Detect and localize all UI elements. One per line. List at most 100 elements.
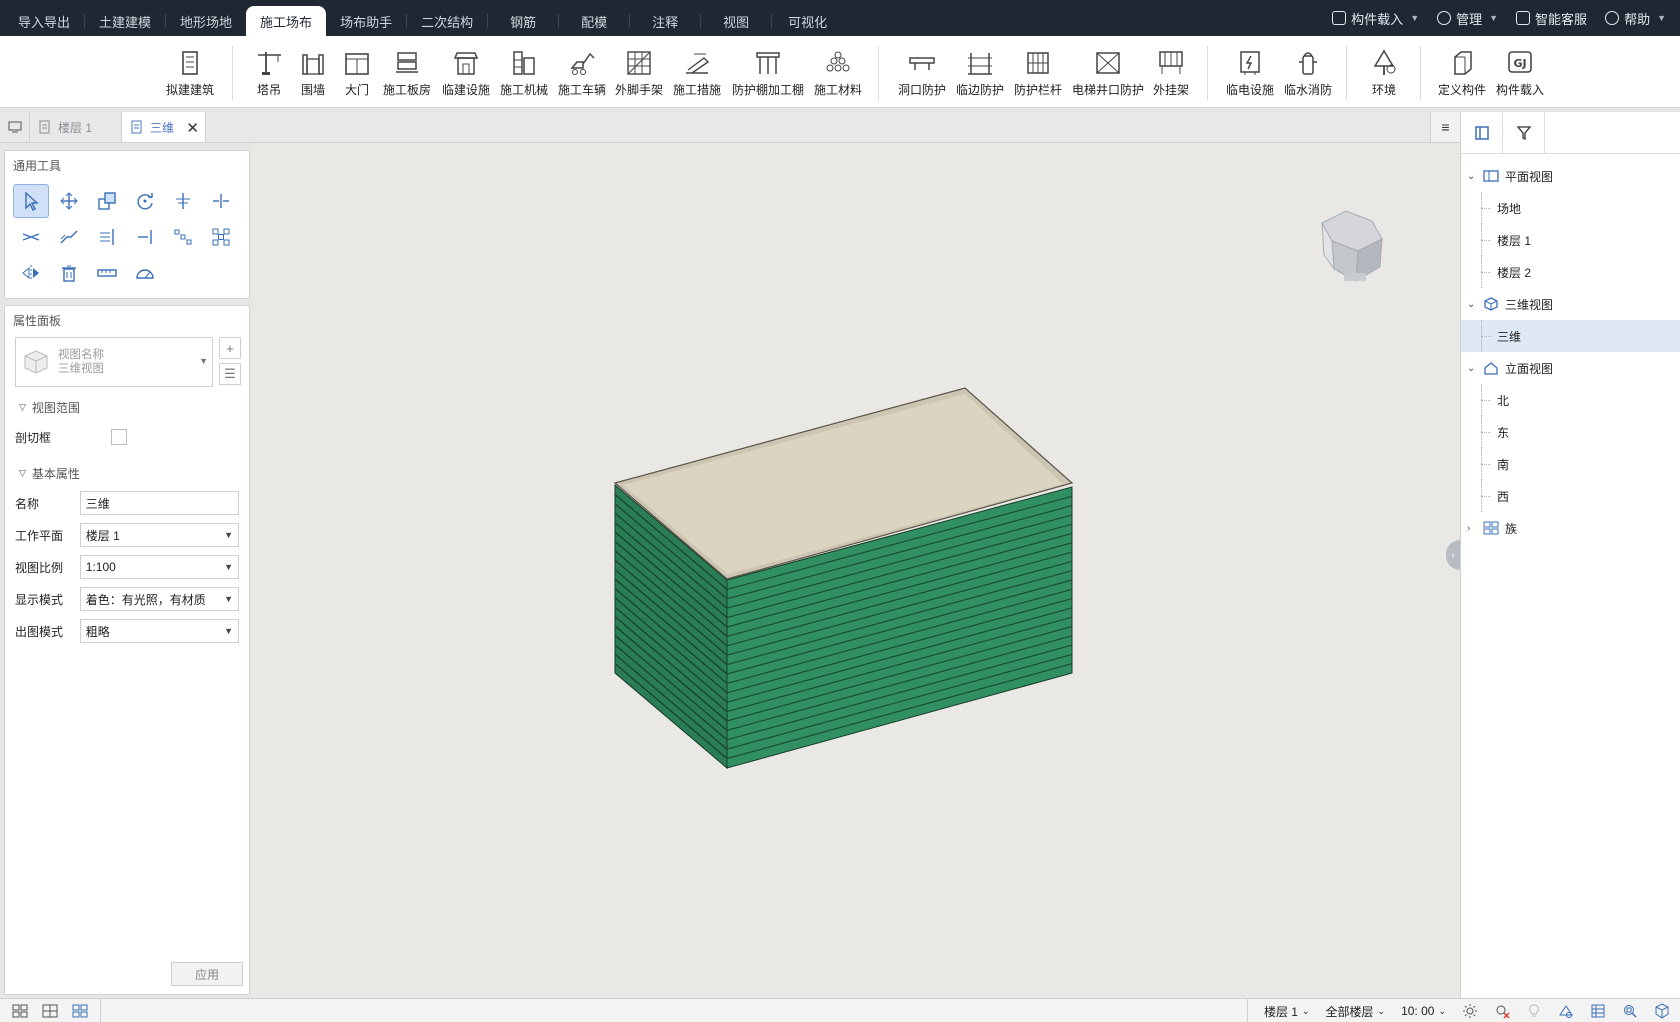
tree-group-3d[interactable]: ⌄ 三维视图 <box>1461 288 1680 320</box>
scale-select[interactable]: 1:100 ▼ <box>79 555 239 579</box>
define-component-button[interactable]: 定义构件 <box>1438 48 1486 98</box>
materials-button[interactable]: 施工材料 <box>814 48 862 98</box>
array-tool[interactable] <box>165 220 201 254</box>
tab-import-export[interactable]: 导入导出 <box>4 6 84 36</box>
temp-facility-button[interactable]: 临建设施 <box>442 48 490 98</box>
tab-visualization[interactable]: 可视化 <box>772 6 843 36</box>
tab-civil-modeling[interactable]: 土建建模 <box>85 6 165 36</box>
time-select[interactable]: 10: 00 ⌄ <box>1401 1004 1446 1018</box>
tab-secondary-structure[interactable]: 二次结构 <box>407 6 487 36</box>
elevator-shaft-protection-button[interactable]: 电梯井口防护 <box>1072 48 1144 98</box>
apply-button[interactable]: 应用 <box>171 962 243 986</box>
scaffold-button[interactable]: 外脚手架 <box>615 48 663 98</box>
rotate-tool[interactable] <box>127 184 163 218</box>
tree-item-floor2[interactable]: 楼层 2 <box>1461 256 1680 288</box>
tree-group-family[interactable]: › 族 <box>1461 512 1680 544</box>
shed-button[interactable]: 防护棚加工棚 <box>732 48 804 98</box>
tab-formwork[interactable]: 配模 <box>559 6 629 36</box>
tab-site-layout[interactable]: 施工场布 <box>246 6 327 36</box>
all-floors-select[interactable]: 全部楼层 ⌄ <box>1326 1003 1386 1020</box>
manage-menu[interactable]: 管理 ▼ <box>1437 9 1498 28</box>
move-tool[interactable] <box>51 184 87 218</box>
section-view-range[interactable]: ▽ 视图范围 <box>5 393 249 421</box>
sun-icon[interactable] <box>1462 1003 1478 1019</box>
name-input[interactable]: 三维 <box>79 491 239 515</box>
tree-group-plan[interactable]: ⌄ 平面视图 <box>1461 160 1680 192</box>
select-tool[interactable] <box>13 184 49 218</box>
align-tool[interactable] <box>165 184 201 218</box>
view-cube-icon[interactable] <box>1321 210 1383 282</box>
doc-tab-floor1[interactable]: 楼层 1 <box>30 112 122 142</box>
3d-viewport[interactable] <box>252 143 1460 998</box>
tree-item-3d[interactable]: 三维 <box>1461 320 1680 352</box>
doc-tabs-menu-button[interactable]: ≡ <box>1430 112 1460 142</box>
extend-tool[interactable] <box>89 220 125 254</box>
hanging-frame-button[interactable]: 外挂架 <box>1153 48 1189 98</box>
vehicle-button[interactable]: 施工车辆 <box>558 48 606 98</box>
help-menu[interactable]: 帮助 ▼ <box>1605 9 1666 28</box>
lightbulb-icon[interactable] <box>1526 1003 1542 1019</box>
environment-button[interactable]: 环境 <box>1369 48 1399 98</box>
tree-item-floor1[interactable]: 楼层 1 <box>1461 224 1680 256</box>
tab-terrain-site[interactable]: 地形场地 <box>166 6 246 36</box>
delete-tool[interactable] <box>51 256 87 290</box>
zoom-extents-icon[interactable] <box>1622 1003 1638 1019</box>
temp-electric-button[interactable]: 临电设施 <box>1226 48 1274 98</box>
doc-tab-3d[interactable]: 三维 ✕ <box>122 112 206 142</box>
output-mode-select[interactable]: 粗略 ▼ <box>79 619 239 643</box>
floor-select[interactable]: 楼层 1 ⌄ <box>1264 1003 1310 1020</box>
split-tool[interactable] <box>203 184 239 218</box>
edit-view-button[interactable]: ☰ <box>219 363 241 385</box>
gate-button[interactable]: 大门 <box>342 48 372 98</box>
edge-protection-button[interactable]: 临边防护 <box>956 48 1004 98</box>
offset-tool[interactable] <box>51 220 87 254</box>
close-icon[interactable]: ✕ <box>186 119 199 137</box>
copy-tool[interactable] <box>89 184 125 218</box>
trim-tool[interactable] <box>13 220 49 254</box>
3d-box-icon[interactable] <box>1654 1003 1670 1019</box>
smart-service-button[interactable]: 智能客服 <box>1516 9 1587 28</box>
proposed-building-button[interactable]: 拟建建筑 <box>166 48 214 98</box>
layout-tile-icon[interactable] <box>42 1004 58 1018</box>
tab-annotation[interactable]: 注释 <box>630 6 700 36</box>
grid-array-tool[interactable] <box>203 220 239 254</box>
display-mode-select[interactable]: 着色：有光照，有材质 ▼ <box>79 587 239 611</box>
proposed-building-model[interactable] <box>613 387 1074 770</box>
tree-item-site[interactable]: 场地 <box>1461 192 1680 224</box>
machinery-button[interactable]: 施工机械 <box>500 48 548 98</box>
render-settings-icon[interactable] <box>1558 1003 1574 1019</box>
texture-icon[interactable] <box>1590 1003 1606 1019</box>
component-load-menu[interactable]: 构件载入 ▼ <box>1332 9 1419 28</box>
restore-view-button[interactable] <box>0 112 30 142</box>
layout-cascade-icon[interactable] <box>72 1004 88 1018</box>
tree-item-west[interactable]: 西 <box>1461 480 1680 512</box>
tree-group-elevation[interactable]: ⌄ 立面视图 <box>1461 352 1680 384</box>
angle-measure-tool[interactable] <box>127 256 163 290</box>
opening-protection-button[interactable]: 洞口防护 <box>898 48 946 98</box>
site-office-button[interactable]: 施工板房 <box>383 48 431 98</box>
tree-item-north[interactable]: 北 <box>1461 384 1680 416</box>
browser-view-button[interactable] <box>1461 112 1503 154</box>
section-box-checkbox[interactable] <box>111 429 128 445</box>
tab-view[interactable]: 视图 <box>701 6 771 36</box>
load-component-button[interactable]: GJ 构件载入 <box>1496 48 1544 98</box>
fence-button[interactable]: 围墙 <box>298 48 328 98</box>
measure-tool[interactable] <box>89 256 125 290</box>
tab-layout-assistant[interactable]: 场布助手 <box>326 6 406 36</box>
measures-button[interactable]: 施工措施 <box>673 48 721 98</box>
workplane-select[interactable]: 楼层 1 ▼ <box>79 523 239 547</box>
tree-item-east[interactable]: 东 <box>1461 416 1680 448</box>
tree-item-south[interactable]: 南 <box>1461 448 1680 480</box>
tab-rebar[interactable]: 钢筋 <box>488 6 558 36</box>
mirror-tool[interactable] <box>13 256 49 290</box>
layout-grid-icon[interactable] <box>12 1004 28 1018</box>
extend-single-tool[interactable] <box>127 220 163 254</box>
browser-filter-button[interactable] <box>1503 112 1545 154</box>
view-type-dropdown[interactable]: 视图名称 三维视图 ▼ <box>15 337 213 387</box>
water-fire-button[interactable]: 临水消防 <box>1284 48 1332 98</box>
add-view-button[interactable]: + <box>219 337 241 359</box>
guardrail-button[interactable]: 防护栏杆 <box>1014 48 1062 98</box>
section-basic-props[interactable]: ▽ 基本属性 <box>5 459 249 487</box>
tower-crane-button[interactable]: 塔吊 <box>254 48 284 98</box>
shadow-off-icon[interactable] <box>1494 1003 1510 1019</box>
